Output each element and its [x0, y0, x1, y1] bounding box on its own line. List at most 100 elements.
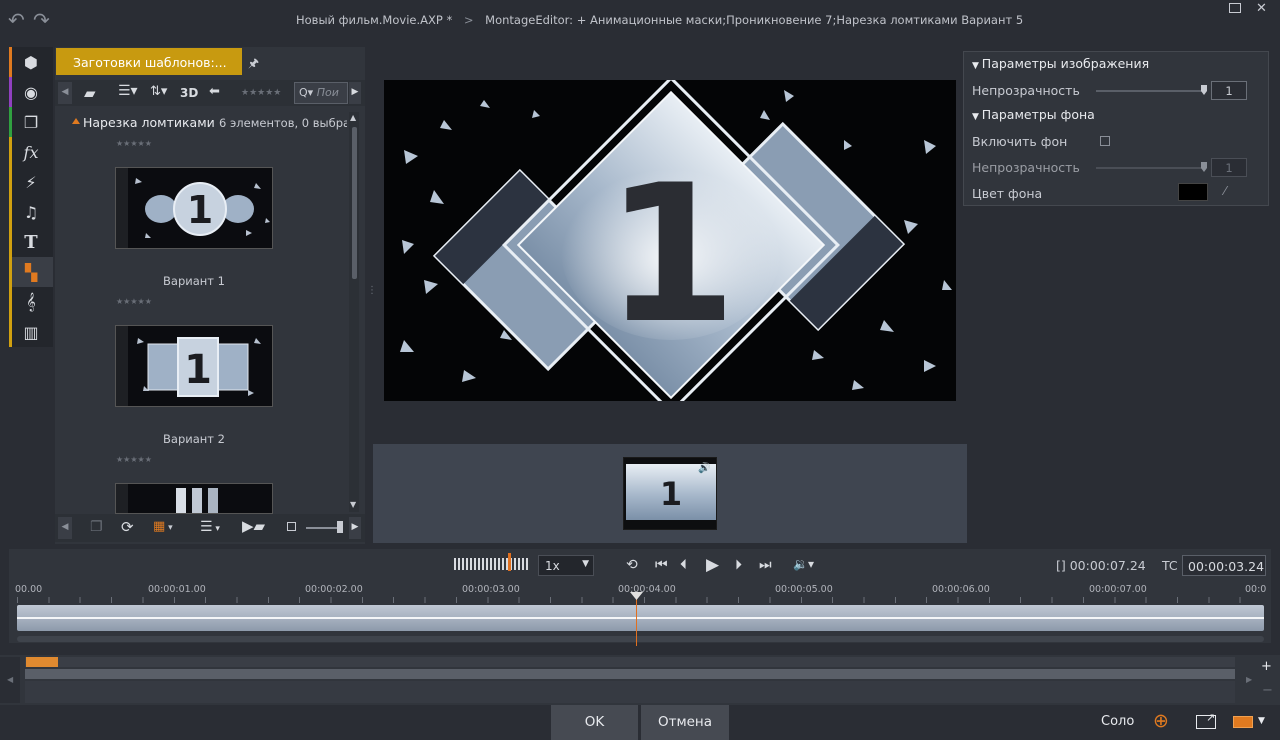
- speed-select[interactable]: 1x ▼: [538, 555, 594, 576]
- go-start-icon[interactable]: ⏮: [655, 557, 668, 573]
- speaker-icon[interactable]: 🔊: [698, 463, 710, 474]
- cancel-button[interactable]: Отмена: [641, 705, 729, 740]
- opacity-input[interactable]: 1: [1211, 81, 1247, 100]
- image-params-header[interactable]: ▼ Параметры изображения: [972, 56, 1149, 71]
- effects-tool[interactable]: fx: [9, 137, 53, 167]
- grid-view-icon[interactable]: ▦ ▾: [153, 519, 173, 534]
- bg-color-swatch[interactable]: [1178, 183, 1208, 201]
- duration-readout: [] 00:00:07.24: [1056, 558, 1146, 573]
- fx-icon: fx: [23, 142, 39, 162]
- chevron-down-icon[interactable]: ▼: [1258, 716, 1265, 726]
- montage-tool[interactable]: ▚: [9, 257, 53, 287]
- template-label-1: Вариант 1: [163, 274, 225, 288]
- bg-opacity-slider-knob[interactable]: [1201, 162, 1207, 172]
- window-title: Новый фильм.Movie.AXP * > MontageEditor:…: [296, 13, 1031, 27]
- pin-icon[interactable]: 🖈: [248, 54, 259, 75]
- shuttle-indicator[interactable]: [508, 553, 511, 571]
- close-icon[interactable]: ✕: [1256, 1, 1267, 16]
- thumbnail-size-knob[interactable]: [337, 521, 343, 533]
- bg-params-header[interactable]: ▼ Параметры фона: [972, 107, 1095, 122]
- folder-icon[interactable]: ▰: [84, 84, 96, 102]
- score-tool[interactable]: 𝄞: [9, 287, 53, 317]
- folder-count: 6 элементов, 0 выбрано: [219, 116, 347, 130]
- go-end-icon[interactable]: ⏭: [759, 557, 772, 573]
- scrollbar-thumb[interactable]: [352, 127, 357, 279]
- keyboard-tool[interactable]: ▥: [9, 317, 53, 347]
- nav-back-button[interactable]: ◀: [58, 82, 72, 104]
- redo-icon[interactable]: ↷: [33, 8, 50, 32]
- import-icon[interactable]: ▶▰: [242, 517, 265, 535]
- enable-bg-label: Включить фон: [972, 134, 1068, 149]
- target-icon[interactable]: ⊕: [1153, 710, 1169, 732]
- timecode-input[interactable]: 00:00:03.24: [1182, 555, 1266, 576]
- restore-icon[interactable]: [1229, 3, 1241, 13]
- opacity-slider[interactable]: [1096, 90, 1206, 92]
- 3d-filter-button[interactable]: 3D: [180, 86, 198, 100]
- opacity-slider-knob[interactable]: [1201, 85, 1207, 95]
- preview-viewer[interactable]: 1: [384, 80, 956, 401]
- zoom-out-icon[interactable]: −: [1262, 683, 1273, 698]
- panel-splitter-handle[interactable]: ⋮: [367, 285, 377, 296]
- transitions-tool[interactable]: ❐: [9, 107, 53, 137]
- title-tool[interactable]: T: [9, 227, 53, 257]
- sort-icon[interactable]: ⇅▾: [150, 84, 167, 99]
- thumb-size-small-icon[interactable]: [287, 522, 296, 531]
- search-input[interactable]: Q▾ Пои: [294, 82, 348, 104]
- view-list-icon[interactable]: ☰▾: [118, 83, 138, 99]
- thumbnail-number: 1: [184, 347, 212, 393]
- item-rating[interactable]: ★★★★★: [116, 139, 152, 148]
- ok-button[interactable]: OK: [551, 705, 638, 740]
- play-icon[interactable]: ▶: [706, 555, 719, 575]
- media-tool[interactable]: ◉: [9, 77, 53, 107]
- copy-icon[interactable]: ❐: [90, 519, 103, 535]
- layer-thumbnail[interactable]: 1 🔊: [623, 457, 717, 530]
- template-thumbnail-1[interactable]: 1: [115, 167, 273, 249]
- nav-forward-button[interactable]: ▶: [349, 82, 361, 104]
- item-rating[interactable]: ★★★★★: [116, 297, 152, 306]
- tab-templates[interactable]: Заготовки шаблонов:...: [56, 48, 242, 75]
- eyedropper-icon[interactable]: ⁄: [1224, 184, 1226, 198]
- bg-params-title: Параметры фона: [981, 107, 1095, 122]
- zoom-in-icon[interactable]: +: [1261, 659, 1272, 674]
- overview-viewport[interactable]: [26, 657, 58, 667]
- media-library-tool[interactable]: ⬢: [9, 47, 53, 77]
- rating-filter[interactable]: ★★★★★: [241, 88, 281, 98]
- lightning-icon: ⚡: [25, 172, 37, 192]
- bg-opacity-slider[interactable]: [1096, 167, 1206, 169]
- collapse-arrow-icon[interactable]: [72, 118, 80, 124]
- timeline-scrollbar[interactable]: [17, 636, 1264, 642]
- shuttle-control[interactable]: [454, 558, 530, 570]
- panel-back-button[interactable]: ◀: [58, 517, 72, 539]
- refresh-icon[interactable]: ⟳: [121, 518, 134, 536]
- undo-icon[interactable]: ↶: [8, 8, 25, 32]
- preview-frame: 1: [384, 80, 956, 401]
- expand-arrow-icon: ▼: [972, 112, 982, 122]
- solo-label[interactable]: Соло: [1101, 714, 1134, 729]
- volume-icon[interactable]: 🔉▾: [793, 557, 814, 571]
- music-tool[interactable]: ♫: [9, 197, 53, 227]
- bg-opacity-input[interactable]: 1: [1211, 158, 1247, 177]
- step-back-icon[interactable]: ⏴: [680, 557, 687, 573]
- chevron-down-icon: ▼: [582, 559, 589, 569]
- playhead[interactable]: [636, 594, 637, 646]
- ruler-label: 00.00: [15, 584, 43, 595]
- folder-title: Нарезка ломтиками: [83, 115, 215, 130]
- bg-color-label: Цвет фона: [972, 186, 1043, 201]
- overview-left-icon[interactable]: ◀: [0, 657, 20, 703]
- overview-right-icon[interactable]: ▶: [1241, 657, 1259, 703]
- tag-icon[interactable]: ⬅: [209, 84, 220, 99]
- monitor-icon[interactable]: [1233, 716, 1253, 728]
- film-reel-icon: ◉: [24, 82, 38, 102]
- scroll-down-icon[interactable]: ▼: [350, 500, 356, 509]
- scroll-up-icon[interactable]: ▲: [350, 113, 356, 122]
- step-forward-icon[interactable]: ⏵: [735, 557, 742, 573]
- panel-forward-button[interactable]: ▶: [349, 517, 361, 539]
- lightning-tool[interactable]: ⚡: [9, 167, 53, 197]
- template-thumbnail-3[interactable]: [115, 483, 273, 514]
- preview-number: 1: [605, 144, 737, 365]
- enable-bg-checkbox[interactable]: [1100, 136, 1110, 146]
- item-rating[interactable]: ★★★★★: [116, 455, 152, 464]
- list-view-icon[interactable]: ☰ ▾: [200, 519, 220, 535]
- template-thumbnail-2[interactable]: 1: [115, 325, 273, 407]
- loop-icon[interactable]: ⟲: [626, 557, 638, 573]
